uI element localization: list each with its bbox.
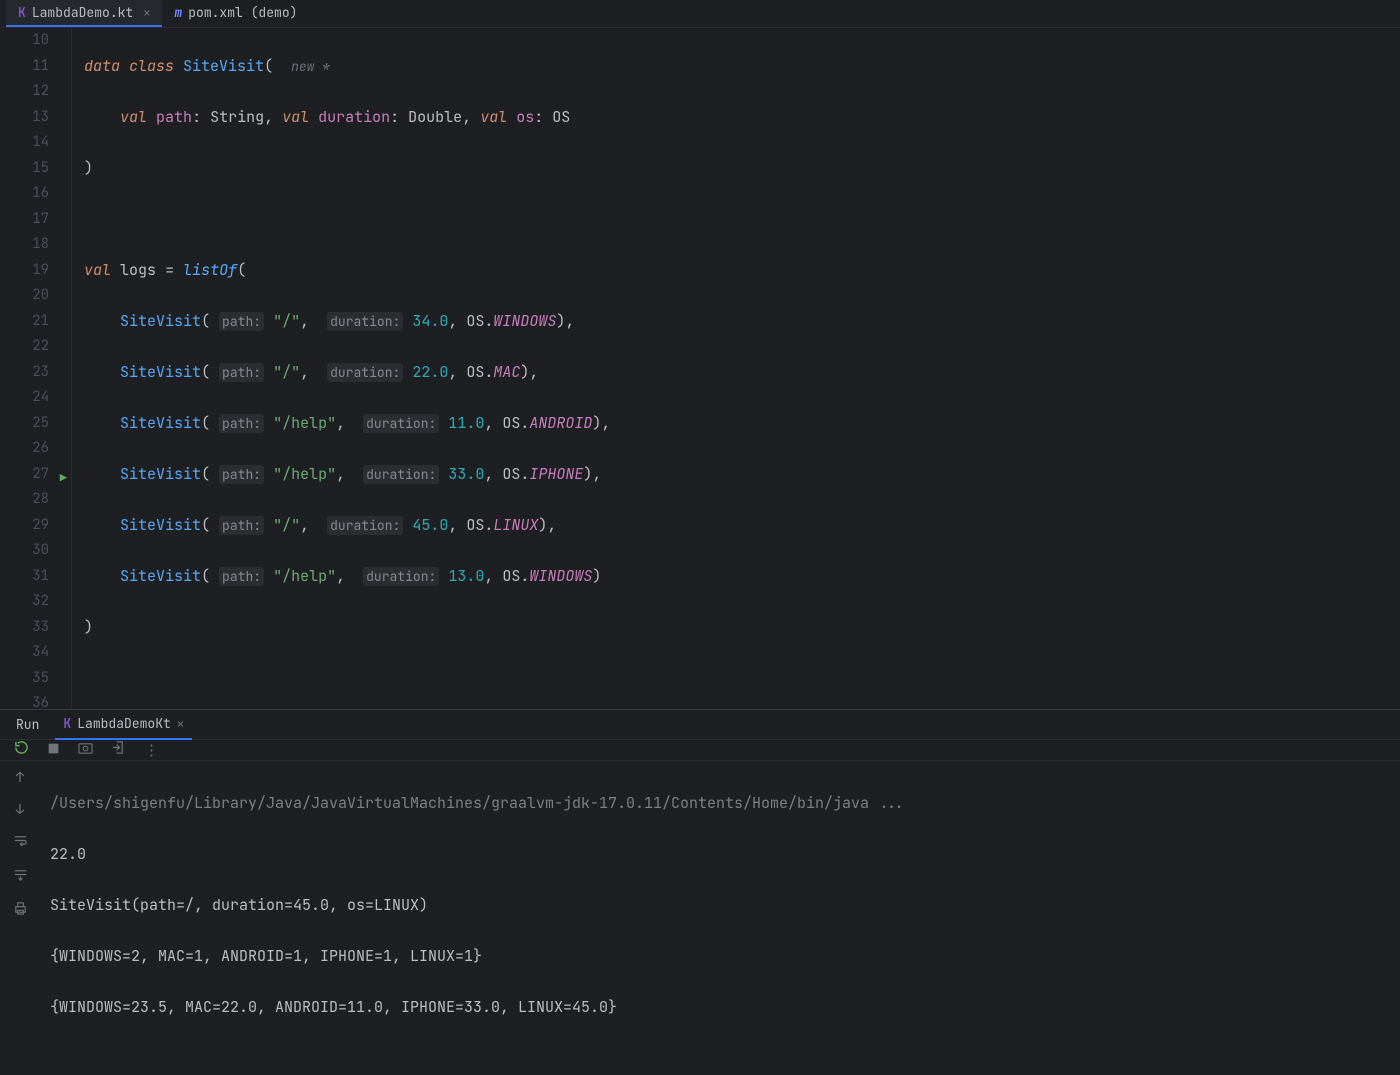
code-editor[interactable]: data class SiteVisit( new * val path: St… xyxy=(72,28,1386,709)
tab-pomxml[interactable]: m pom.xml (demo) xyxy=(162,0,309,27)
line-number[interactable]: 11 xyxy=(0,54,49,80)
line-number[interactable]: 23 xyxy=(0,360,49,386)
line-number[interactable]: 24 xyxy=(0,385,49,411)
line-number[interactable]: 25 xyxy=(0,411,49,437)
print-icon[interactable] xyxy=(13,901,28,921)
line-number[interactable]: 26 xyxy=(0,436,49,462)
tab-label: LambdaDemo.kt xyxy=(32,4,133,21)
run-config-tab[interactable]: K LambdaDemoKt ✕ xyxy=(55,710,192,740)
line-number-gutter: 101112131415161718192021222324252627▶282… xyxy=(0,28,72,709)
soft-wrap-icon[interactable] xyxy=(13,833,28,853)
line-number[interactable]: 18 xyxy=(0,232,49,258)
close-icon[interactable]: ✕ xyxy=(177,716,184,732)
line-number[interactable]: 34 xyxy=(0,640,49,666)
scroll-to-end-icon[interactable] xyxy=(13,867,28,887)
line-number[interactable]: 14 xyxy=(0,130,49,156)
line-number[interactable]: 32 xyxy=(0,589,49,615)
run-label: Run xyxy=(16,716,39,733)
tab-lambdademo[interactable]: K LambdaDemo.kt ✕ xyxy=(6,0,162,27)
maven-file-icon: m xyxy=(174,4,182,21)
tab-label: pom.xml (demo) xyxy=(188,4,297,21)
console-line: SiteVisit(path=/, duration=45.0, os=LINU… xyxy=(50,893,1390,919)
rerun-icon[interactable] xyxy=(14,740,29,760)
line-number[interactable]: 19 xyxy=(0,258,49,284)
line-number[interactable]: 28 xyxy=(0,487,49,513)
line-number[interactable]: 10 xyxy=(0,28,49,54)
console-line: 22.0 xyxy=(50,842,1390,868)
line-number[interactable]: 35 xyxy=(0,666,49,692)
console-line: {WINDOWS=2, MAC=1, ANDROID=1, IPHONE=1, … xyxy=(50,944,1390,970)
down-arrow-icon[interactable]: ↓ xyxy=(16,801,24,819)
screenshot-icon[interactable] xyxy=(78,740,93,760)
exit-icon[interactable] xyxy=(111,740,126,760)
line-number[interactable]: 30 xyxy=(0,538,49,564)
close-icon[interactable]: ✕ xyxy=(143,5,150,21)
run-tab-name: LambdaDemoKt xyxy=(77,715,171,732)
line-number[interactable]: 15 xyxy=(0,156,49,182)
kotlin-file-icon: K xyxy=(18,4,26,21)
editor-tabs: K LambdaDemo.kt ✕ m pom.xml (demo) xyxy=(0,0,1400,28)
console-output[interactable]: /Users/shigenfu/Library/Java/JavaVirtual… xyxy=(40,761,1400,1075)
line-number[interactable]: 21 xyxy=(0,309,49,335)
run-side-toolbar: ↑ ↓ xyxy=(0,761,40,1075)
run-tool-window: Run K LambdaDemoKt ✕ ⋮ ↑ ↓ xyxy=(0,709,1400,971)
console-line: /Users/shigenfu/Library/Java/JavaVirtual… xyxy=(50,791,1390,817)
line-number[interactable]: 29 xyxy=(0,513,49,539)
line-number[interactable]: 20 xyxy=(0,283,49,309)
run-toolbar: ⋮ xyxy=(0,740,1400,761)
run-tabs: Run K LambdaDemoKt ✕ xyxy=(0,710,1400,740)
editor-scrollbar[interactable] xyxy=(1386,28,1400,709)
line-number[interactable]: 16 xyxy=(0,181,49,207)
editor-area: 101112131415161718192021222324252627▶282… xyxy=(0,28,1400,709)
line-number[interactable]: 31 xyxy=(0,564,49,590)
kotlin-file-icon: K xyxy=(63,715,71,732)
line-number[interactable]: 13 xyxy=(0,105,49,131)
run-body: ↑ ↓ /Users/shigenfu/Library/Java/JavaVir… xyxy=(0,761,1400,1075)
run-gutter-icon[interactable]: ▶ xyxy=(60,466,67,492)
line-number[interactable]: 27▶ xyxy=(0,462,49,488)
stop-icon[interactable] xyxy=(47,740,60,760)
line-number[interactable]: 33 xyxy=(0,615,49,641)
line-number[interactable]: 22 xyxy=(0,334,49,360)
line-number[interactable]: 12 xyxy=(0,79,49,105)
line-number[interactable]: 36 xyxy=(0,691,49,709)
up-arrow-icon[interactable]: ↑ xyxy=(16,769,24,787)
line-number[interactable]: 17 xyxy=(0,207,49,233)
more-icon[interactable]: ⋮ xyxy=(144,740,159,760)
console-line: {WINDOWS=23.5, MAC=22.0, ANDROID=11.0, I… xyxy=(50,995,1390,1021)
